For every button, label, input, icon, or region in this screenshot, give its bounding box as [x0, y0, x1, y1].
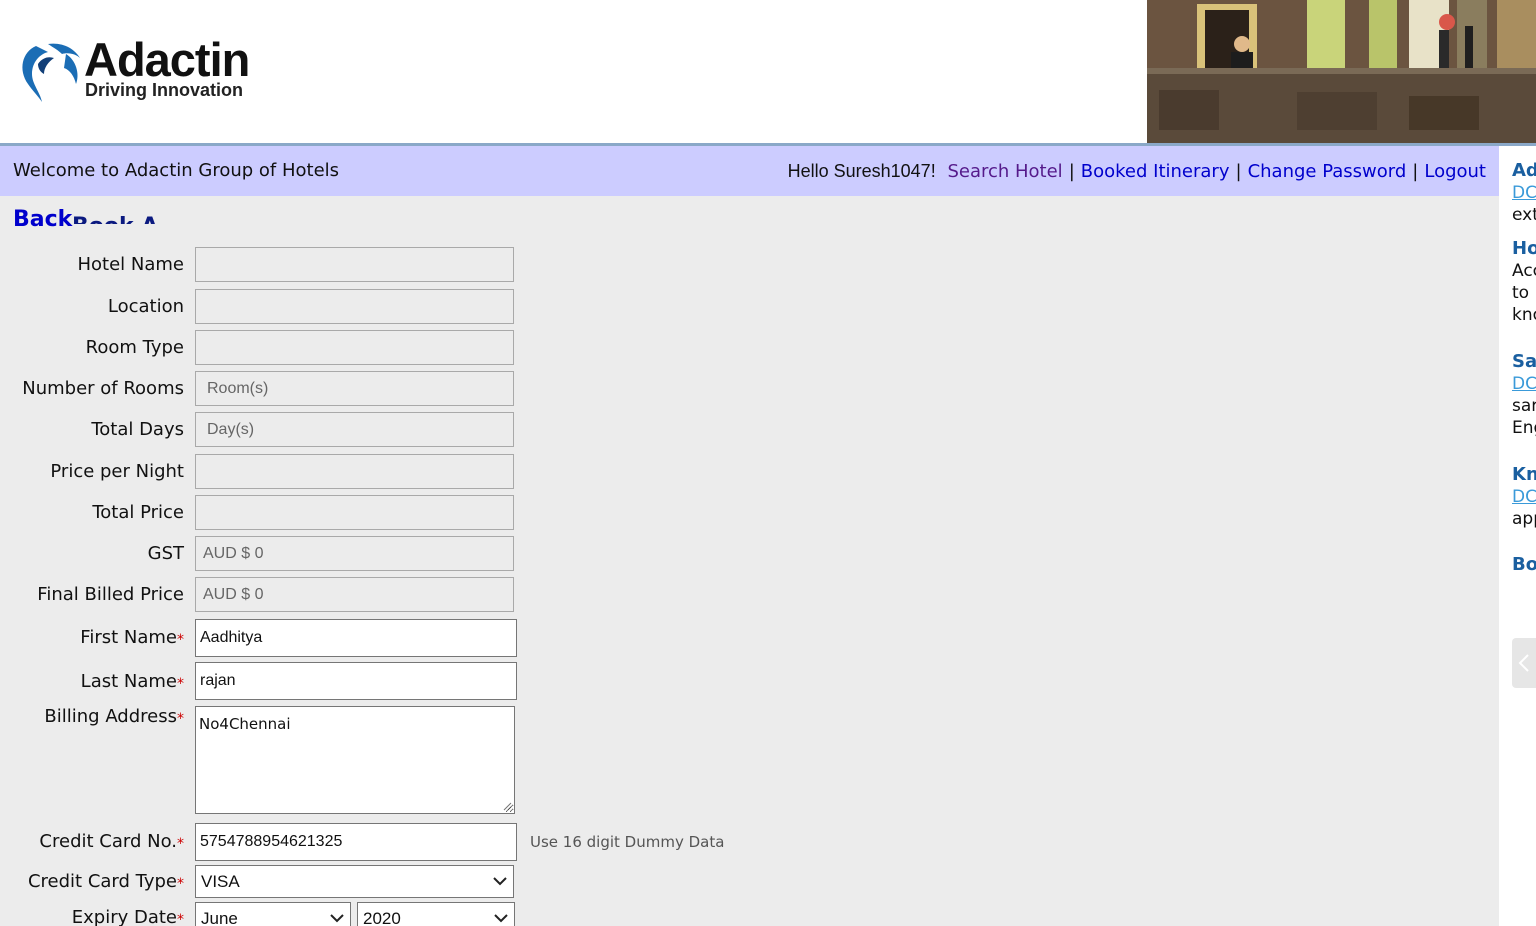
number-of-rooms-label: Number of Rooms	[22, 378, 184, 399]
total-price-field[interactable]	[195, 495, 514, 530]
sidebar-heading[interactable]: Sa	[1512, 351, 1536, 373]
first-name-input[interactable]: Aadhitya	[195, 619, 517, 657]
booked-itinerary-link[interactable]: Booked Itinerary	[1081, 161, 1230, 182]
credit-card-hint: Use 16 digit Dummy Data	[530, 833, 725, 851]
sidebar-heading[interactable]: Kn	[1512, 464, 1536, 486]
billing-address-label: Billing Address*	[44, 706, 184, 727]
room-type-field[interactable]	[195, 330, 514, 365]
chevron-down-icon	[330, 914, 344, 923]
room-type-label: Room Type	[85, 337, 184, 358]
chevron-down-icon	[494, 914, 508, 923]
sidebar-link[interactable]: DC	[1512, 373, 1536, 395]
credit-card-type-select[interactable]: VISA	[195, 865, 514, 898]
sidebar-text: sar	[1512, 396, 1536, 416]
welcome-text: Welcome to Adactin Group of Hotels	[13, 160, 340, 181]
expiry-month-select[interactable]: June	[195, 902, 351, 926]
final-billed-price-field[interactable]: AUD $ 0	[195, 577, 514, 612]
total-days-label: Total Days	[91, 419, 184, 440]
page-heading: Book A Hotel	[72, 210, 174, 224]
sidebar-text: Acc	[1512, 261, 1536, 281]
required-marker: *	[177, 632, 184, 648]
required-marker: *	[177, 876, 184, 892]
sidebar-text: to	[1512, 283, 1530, 303]
sidebar-link[interactable]: DC	[1512, 486, 1536, 508]
right-sidebar: Ad DC ext Ho Acc to kno Sa DC sar Eng Kn…	[1499, 146, 1536, 926]
first-name-label: First Name*	[80, 627, 184, 648]
credit-card-type-label: Credit Card Type*	[27, 871, 184, 892]
expiry-month-value: June	[201, 909, 238, 926]
hotel-name-label: Hotel Name	[77, 254, 184, 275]
brand-tagline: Driving Innovation	[85, 80, 244, 100]
sidebar-link[interactable]: DC	[1512, 182, 1536, 204]
expiry-year-value: 2020	[363, 909, 401, 926]
price-per-night-label: Price per Night	[50, 461, 184, 482]
final-billed-price-label: Final Billed Price	[37, 584, 184, 605]
brand-name: Adactin	[84, 33, 250, 86]
change-password-link[interactable]: Change Password	[1248, 161, 1407, 182]
required-marker: *	[177, 676, 184, 692]
sidebar-heading[interactable]: Ho	[1512, 238, 1536, 260]
total-price-label: Total Price	[92, 502, 184, 523]
expiry-date-label: Expiry Date*	[71, 907, 184, 926]
hotel-name-field[interactable]	[195, 247, 514, 282]
credit-card-type-value: VISA	[201, 872, 240, 891]
sidebar-text: Eng	[1512, 418, 1536, 438]
price-per-night-field[interactable]	[195, 454, 514, 489]
brand-logo: Adactin Driving Innovation	[18, 34, 288, 108]
back-link[interactable]: Back	[13, 207, 72, 233]
hotel-reception-photo	[1147, 0, 1536, 143]
gst-field[interactable]: AUD $ 0	[195, 536, 514, 571]
sidebar-collapse-tab[interactable]	[1512, 638, 1536, 688]
total-days-field[interactable]: Day(s)	[195, 412, 514, 447]
billing-address-value: No4Chennai	[199, 715, 291, 733]
sidebar-heading[interactable]: Bo	[1512, 554, 1536, 576]
credit-card-number-label: Credit Card No.*	[39, 831, 184, 852]
last-name-label: Last Name*	[80, 671, 184, 692]
location-label: Location	[107, 296, 184, 317]
last-name-input[interactable]: rajan	[195, 662, 517, 700]
top-nav-bar: Welcome to Adactin Group of Hotels Hello…	[0, 146, 1499, 196]
credit-card-number-input[interactable]: 5754788954621325	[195, 823, 517, 861]
sidebar-text: app	[1512, 509, 1536, 529]
location-field[interactable]	[195, 289, 514, 324]
nav-separator: |	[1412, 161, 1419, 182]
sidebar-text: kno	[1512, 305, 1536, 325]
required-marker: *	[177, 711, 184, 727]
gst-label: GST	[147, 543, 184, 564]
sidebar-heading[interactable]: Ad	[1512, 160, 1536, 182]
required-marker: *	[177, 836, 184, 852]
resize-grip-icon[interactable]	[502, 801, 512, 811]
user-nav: Hello Suresh1047! Search Hotel | Booked It…	[788, 160, 1486, 183]
nav-separator: |	[1235, 161, 1242, 182]
adactin-logo-mark-icon	[22, 43, 80, 102]
chevron-down-icon	[493, 877, 507, 886]
expiry-year-select[interactable]: 2020	[357, 902, 515, 926]
number-of-rooms-field[interactable]: Room(s)	[195, 371, 514, 406]
search-hotel-link[interactable]: Search Hotel	[947, 161, 1062, 182]
required-marker: *	[177, 912, 184, 926]
sidebar-text: ext	[1512, 205, 1536, 225]
chevron-left-icon	[1518, 654, 1529, 672]
billing-address-textarea[interactable]: No4Chennai	[195, 706, 515, 814]
user-greeting: Hello Suresh1047!	[787, 161, 936, 181]
booking-form-panel: Book A Hotel Back Hotel Name Location Ro…	[0, 196, 1499, 926]
nav-separator: |	[1068, 161, 1075, 182]
page-header: Adactin Driving Innovation	[0, 0, 1536, 143]
logout-link[interactable]: Logout	[1424, 161, 1486, 182]
